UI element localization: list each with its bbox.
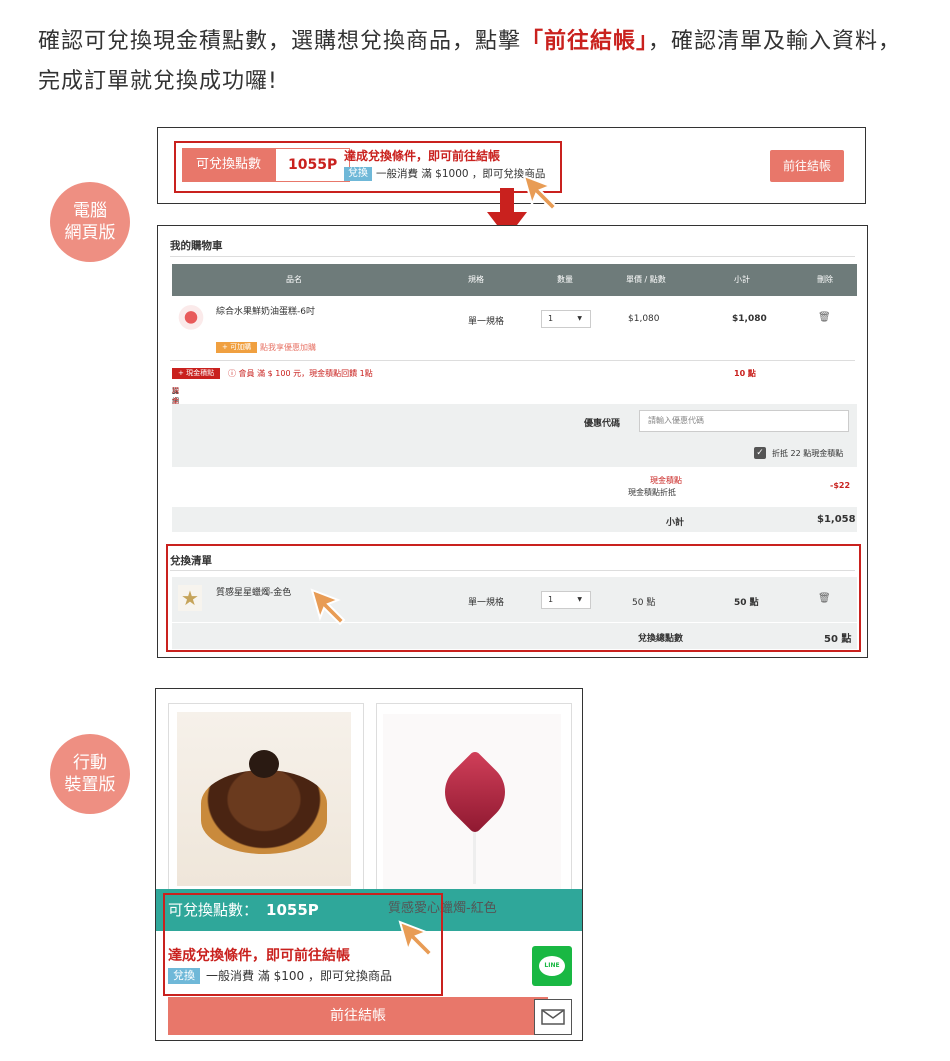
item-price: $1,080 [628,314,660,324]
cart-panel: 我的購物車 品名 規格 數量 單價 / 點數 小計 刪除 綜合水果鮮奶油蛋糕-6… [157,225,868,658]
rebate-points: 10 點 [734,369,756,378]
subtotal-label: 小計 [666,518,685,528]
coupon-label: 優惠代碼 [584,419,621,429]
product-card-heart-candle[interactable] [376,703,572,894]
rebate-tag: + 現金積點 [172,368,221,379]
candle-stick [473,824,476,884]
deduct-check-label: 折抵 22 點現金積點 [772,449,844,458]
cake-thumbnail [178,302,204,330]
checkout-button[interactable]: 前往結帳 [770,150,844,182]
item-subtotal: $1,080 [732,314,767,324]
desktop-label-bubble: 電腦 網頁版 [50,182,130,262]
addon-link[interactable]: 點我享優惠加購 [260,342,316,353]
checkbox-checked-icon[interactable]: ✓ [754,447,766,459]
addon-tag: + 可加購 [216,342,258,353]
rebate-rule-suffix: 」。 [172,387,183,395]
redeem-highlight-frame [166,544,861,652]
mail-icon [541,1009,565,1025]
deduct-label1: 現金積點 [650,476,682,485]
rebate-row: + 現金積點 ⓘ 會員 滿 $ 100 元，現金積點回饋 1點 10 點 詳細請… [172,362,857,445]
heart-shape [432,749,518,835]
coupon-input[interactable]: 請輸入優惠代碼 [639,410,849,432]
highlight-frame [174,141,562,193]
cart-item-row: 綜合水果鮮奶油蛋糕-6吋 單一規格 1 ▼ $1,080 $1,080 🗑 + 可… [172,296,857,360]
mobile-label-line2: 裝置版 [64,775,116,795]
mobile-panel: 可兌換點數： 1055P 質感愛心蠟燭-紅色 達成兌換條件，即可前往結帳 兌換 一… [155,688,583,1041]
cart-divider [170,360,855,361]
deduct-check-row: ✓ 折抵 22 點現金積點 [172,439,857,467]
header-name: 品名 [286,275,302,284]
caret-down-icon: ▼ [577,315,582,322]
line-share-button[interactable]: LINE [532,946,572,986]
mail-button[interactable] [534,999,572,1035]
mobile-checkout-button[interactable]: 前往結帳 [168,997,548,1035]
intro-part1: 確認可兌換現金積點數，選購想兌換商品，點擊 [38,29,522,54]
header-spec: 規格 [468,275,484,284]
trash-icon[interactable]: 🗑 [818,312,831,323]
subtotal-row: 小計 $1,058 [172,507,857,532]
header-price: 單價 / 點數 [626,275,666,284]
intro-highlight: 「前往結帳」 [521,29,649,54]
heart-candle-image [383,714,561,894]
coupon-row: 優惠代碼 請輸入優惠代碼 [172,404,857,439]
item-spec: 單一規格 [468,317,505,327]
deduct-value: -$22 [830,481,851,490]
header-qty: 數量 [557,275,573,284]
desktop-label-line1: 電腦 [73,201,107,221]
cake-image [177,712,351,886]
item-qty-select[interactable]: 1 ▼ [541,310,591,328]
subtotal-value: $1,058 [817,514,856,525]
item-name[interactable]: 綜合水果鮮奶油蛋糕-6吋 [216,304,315,317]
cart-divider [170,256,855,257]
desktop-label-line2: 網頁版 [64,223,116,243]
header-delete: 刪除 [817,275,833,284]
cart-title: 我的購物車 [170,240,223,252]
pointer-cursor-icon [310,588,346,626]
pointer-cursor-icon [398,920,434,958]
tart-topping [249,750,279,778]
deduct-label2: 現金積點折抵 [628,488,676,497]
tart-shape [201,770,327,854]
header-subtotal: 小計 [734,275,750,284]
line-icon: LINE [539,956,565,976]
product-card-cake[interactable] [168,703,364,893]
mobile-label-bubble: 行動 裝置版 [50,734,130,814]
item-qty-value: 1 [548,314,554,323]
mobile-label-line1: 行動 [73,753,107,773]
intro-text: 確認可兌換現金積點數，選購想兌換商品，點擊「前往結帳」，確認清單及輸入資料，完成… [38,22,908,102]
cart-table-header: 品名 規格 數量 單價 / 點數 小計 刪除 [172,264,857,296]
rebate-text: ⓘ 會員 滿 $ 100 元，現金積點回饋 1點 [228,369,373,378]
deduct-row: 現金積點 現金積點折抵 -$22 [172,467,857,507]
